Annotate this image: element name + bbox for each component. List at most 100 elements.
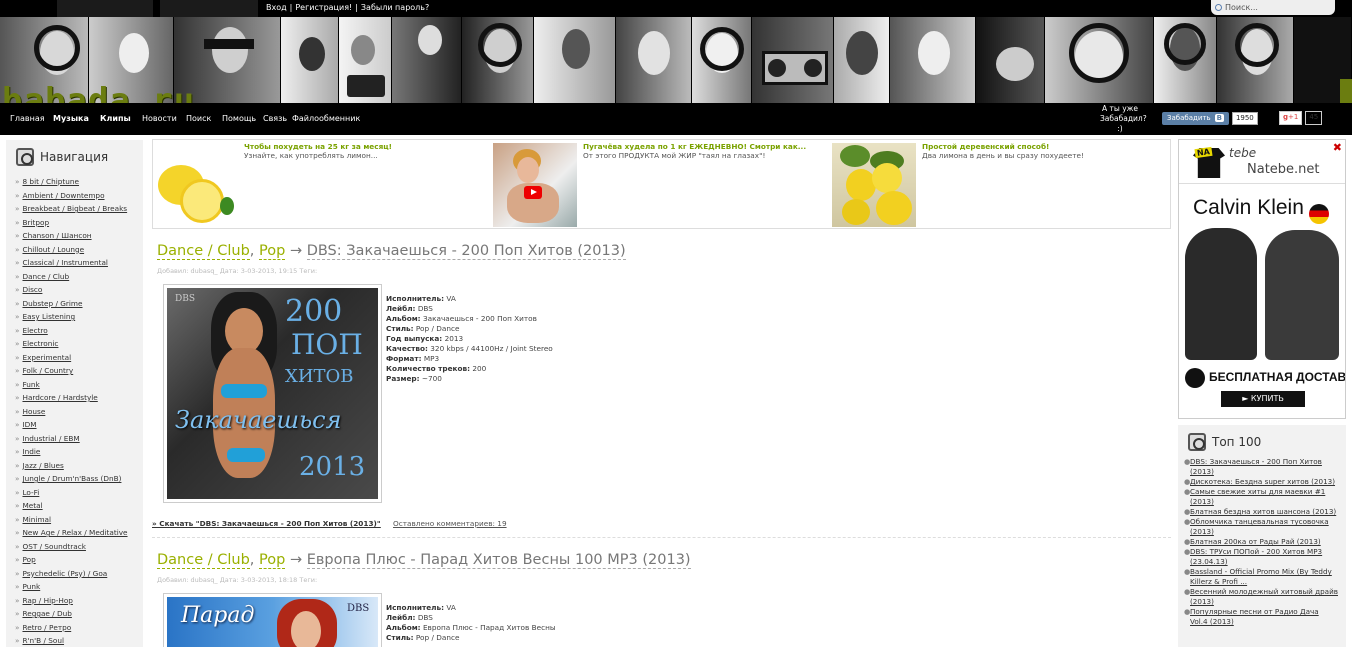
sidebar-item-label[interactable]: Lo-Fi [22,488,39,497]
vk-share[interactable]: Забабадить B 1950 [1162,110,1258,126]
ad-buy-button[interactable]: ► КУПИТЬ [1221,391,1305,407]
top100-item[interactable]: ● Обломчика танцевальная тусовочка (2013) [1184,517,1338,537]
sidebar-item[interactable]: » Psychedelic (Psy) / Goa [15,567,143,581]
sidebar-item-label[interactable]: Folk / Country [22,366,73,375]
sidebar-item-label[interactable]: Dubstep / Grime [22,299,82,308]
search-input[interactable]: Поиск... [1211,0,1335,15]
sidebar-item[interactable]: » Industrial / EBM [15,432,143,446]
sidebar-item[interactable]: » Dance / Club [15,270,143,284]
top100-item[interactable]: ● DBS: Закачаешься - 200 Поп Хитов (2013) [1184,457,1338,477]
sidebar-item-label[interactable]: Chillout / Lounge [22,245,84,254]
sidebar-item-label[interactable]: Retro / Ретро [22,623,71,632]
sidebar-item[interactable]: » Jazz / Blues [15,459,143,473]
sidebar-item-label[interactable]: Industrial / EBM [22,434,79,443]
site-logo[interactable]: babada.ru [2,81,195,103]
sidebar-item[interactable]: » Britpop [15,216,143,230]
sidebar-item-label[interactable]: IDM [22,420,36,429]
ad-title[interactable]: Пугачёва худела по 1 кг ЕЖЕДНЕВНО! Смотр… [583,142,806,151]
top100-item-label[interactable]: Дискотека: Бездна super хитов (2013) [1190,477,1335,486]
top100-item-label[interactable]: DBS: ТРУси ПОПой - 200 Хитов MP3 (23.04.… [1190,547,1322,566]
sidebar-item[interactable]: » Reggae / Dub [15,607,143,621]
sidebar-item[interactable]: » Classical / Instrumental [15,256,143,270]
top100-item-label[interactable]: Блатная 200ка от Рады Рай (2013) [1190,537,1321,546]
vk-share-button[interactable]: Забабадить B [1162,111,1229,125]
top100-item-label[interactable]: Bassland - Official Promo Mix (By Teddy … [1190,567,1332,586]
sidebar-item[interactable]: » IDM [15,418,143,432]
sidebar-item-label[interactable]: Classical / Instrumental [22,258,107,267]
ad-title[interactable]: Простой деревенский способ! [922,142,1049,151]
sidebar-item[interactable]: » Minimal [15,513,143,527]
sidebar-item[interactable]: » Dubstep / Grime [15,297,143,311]
sidebar-item-label[interactable]: Electro [22,326,47,335]
nav-item-search[interactable]: Поиск [186,114,211,123]
nav-item-help[interactable]: Помощь [222,114,256,123]
top100-item-label[interactable]: Популярные песни от Радио Дача Vol.4 (20… [1190,607,1319,626]
ad-item[interactable]: Чтобы похудеть на 25 кг за месяц! Узнайт… [153,140,491,228]
sidebar-item-label[interactable]: Dance / Club [22,272,69,281]
nav-item-clips[interactable]: Клипы [100,114,131,123]
sidebar-item-label[interactable]: Psychedelic (Psy) / Goa [22,569,107,578]
sidebar-item[interactable]: » Retro / Ретро [15,621,143,635]
sidebar-item[interactable]: » House [15,405,143,419]
sidebar-item-label[interactable]: House [22,407,45,416]
login-link[interactable]: Вход [266,3,287,12]
nav-item-fileshare[interactable]: Файлообменник [292,114,360,123]
comments-link[interactable]: Оставлено комментариев: 19 [393,519,507,528]
sidebar-item-label[interactable]: Metal [22,501,42,510]
sidebar-item[interactable]: » R'n'B / Soul [15,634,143,647]
top100-item[interactable]: ● Весенний молодежный хитовый драйв (2013… [1184,587,1338,607]
post-title-link[interactable]: DBS: Закачаешься - 200 Поп Хитов (2013) [306,243,626,260]
top100-item-label[interactable]: Обломчика танцевальная тусовочка (2013) [1190,517,1329,536]
sidebar-item[interactable]: » Chillout / Lounge [15,243,143,257]
sidebar-item-label[interactable]: Minimal [22,515,51,524]
register-link[interactable]: Регистрация! [295,3,352,12]
nav-item-news[interactable]: Новости [142,114,177,123]
top100-item[interactable]: ● Самые свежие хиты для маевки #1 (2013) [1184,487,1338,507]
nav-item-home[interactable]: Главная [10,114,45,123]
category-link[interactable]: Pop [259,552,286,569]
album-cover[interactable]: DBS 200 ПОП ХИТОВ Закачаешься 2013 [163,284,382,503]
top100-item[interactable]: ● DBS: ТРУси ПОПой - 200 Хитов MP3 (23.04… [1184,547,1338,567]
download-link[interactable]: » Скачать "DBS: Закачаешься - 200 Поп Хи… [152,519,381,528]
sidebar-item-label[interactable]: Hardcore / Hardstyle [22,393,97,402]
top100-item[interactable]: ● Популярные песни от Радио Дача Vol.4 (2… [1184,607,1338,627]
sidebar-item[interactable]: » Jungle / Drum'n'Bass (DnB) [15,472,143,486]
sidebar-item-label[interactable]: Easy Listening [22,312,75,321]
right-ad-banner[interactable]: ✖ NA tebe Natebe.net Calvin Klein БЕСПЛА… [1178,139,1346,419]
sidebar-item-label[interactable]: 8 bit / Chiptune [22,177,79,186]
post-title-link[interactable]: Европа Плюс - Парад Хитов Весны 100 MP3 … [306,552,691,569]
sidebar-item[interactable]: » New Age / Relax / Meditative [15,526,143,540]
sidebar-item[interactable]: » Chanson / Шансон [15,229,143,243]
sidebar-item-label[interactable]: Funk [22,380,39,389]
sidebar-item-label[interactable]: Breakbeat / Bigbeat / Breaks [22,204,127,213]
sidebar-item-label[interactable]: Jazz / Blues [22,461,63,470]
sidebar-item[interactable]: » Hardcore / Hardstyle [15,391,143,405]
sidebar-item[interactable]: » Punk [15,580,143,594]
category-link[interactable]: Pop [259,243,286,260]
sidebar-item-label[interactable]: New Age / Relax / Meditative [22,528,127,537]
category-link[interactable]: Dance / Club [157,552,250,569]
ad-title[interactable]: Чтобы похудеть на 25 кг за месяц! [244,142,392,151]
sidebar-item[interactable]: » Lo-Fi [15,486,143,500]
top100-item-label[interactable]: Блатная бездна хитов шансона (2013) [1190,507,1336,516]
top100-item-label[interactable]: DBS: Закачаешься - 200 Поп Хитов (2013) [1190,457,1322,476]
category-link[interactable]: Dance / Club [157,243,250,260]
sidebar-item[interactable]: » Pop [15,553,143,567]
sidebar-item[interactable]: » Ambient / Downtempo [15,189,143,203]
top100-item-label[interactable]: Самые свежие хиты для маевки #1 (2013) [1190,487,1325,506]
sidebar-item-label[interactable]: Rap / Hip-Hop [22,596,72,605]
sidebar-item-label[interactable]: Disco [22,285,42,294]
sidebar-item-label[interactable]: Punk [22,582,40,591]
sidebar-item[interactable]: » 8 bit / Chiptune [15,175,143,189]
play-icon[interactable] [524,186,542,199]
sidebar-item-label[interactable]: Chanson / Шансон [22,231,91,240]
sidebar-item-label[interactable]: Britpop [22,218,49,227]
sidebar-item[interactable]: » Folk / Country [15,364,143,378]
sidebar-item[interactable]: » Disco [15,283,143,297]
nav-item-contact[interactable]: Связь [263,114,287,123]
sidebar-item-label[interactable]: Jungle / Drum'n'Bass (DnB) [22,474,121,483]
forgot-password-link[interactable]: Забыли пароль? [361,3,429,12]
album-cover[interactable]: Парад DBS [163,593,382,647]
top100-item[interactable]: ● Дискотека: Бездна super хитов (2013) [1184,477,1338,487]
sidebar-item[interactable]: » Metal [15,499,143,513]
